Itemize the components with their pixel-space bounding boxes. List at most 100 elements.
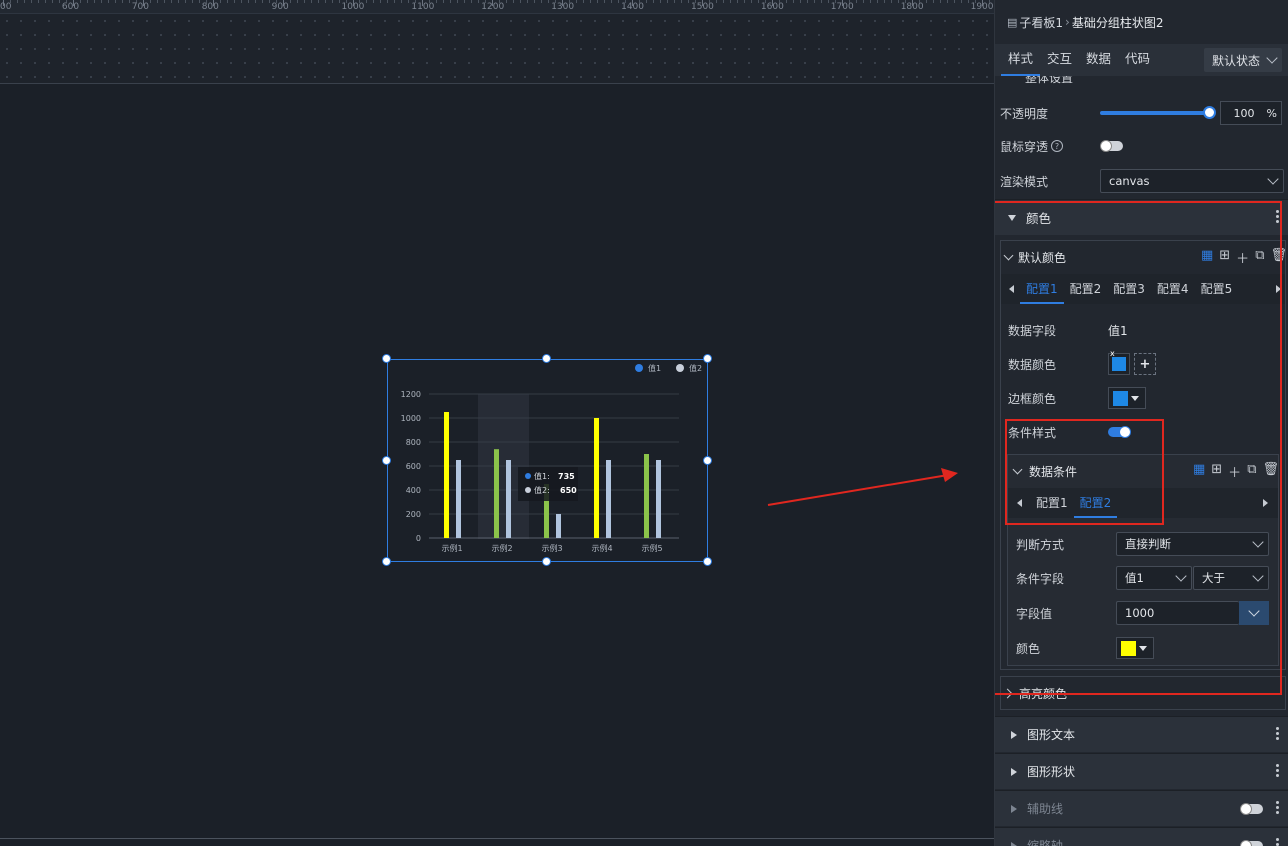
ruler-minor-tick [646, 0, 648, 3]
resize-handle-nw[interactable] [382, 354, 391, 363]
more-icon[interactable] [1276, 764, 1279, 779]
breadcrumb-parent[interactable]: 子看板1 [1019, 14, 1063, 31]
ruler-label: 700 [131, 2, 149, 12]
section-graphic-shape[interactable]: 图形形状 [995, 753, 1288, 789]
caret-right-icon [1011, 730, 1017, 739]
ruler-minor-tick [597, 0, 599, 3]
ruler-minor-tick [548, 0, 550, 3]
more-icon[interactable] [1276, 801, 1279, 816]
ruler-minor-tick [44, 0, 46, 3]
resize-handle-ne[interactable] [703, 354, 712, 363]
ruler-minor-tick [848, 0, 850, 3]
ruler-label: 1700 [830, 2, 854, 12]
ruler-minor-tick [359, 0, 361, 3]
section-thumbnail-axis[interactable]: 缩略轴 [995, 827, 1288, 846]
property-panel: ▤ 子看板1 › 基础分组柱状图2 样式 交互 数据 代码 默认状态 整体设置 … [994, 0, 1288, 846]
mouse-through-toggle[interactable] [1100, 140, 1124, 152]
ruler-minor-tick [918, 0, 920, 3]
ruler-minor-tick [736, 0, 738, 3]
toggle-knob [1240, 840, 1252, 846]
opacity-unit: % [1266, 106, 1277, 120]
tab-code[interactable]: 代码 [1118, 44, 1157, 76]
ruler-minor-tick [16, 0, 18, 3]
tab-data[interactable]: 数据 [1079, 44, 1118, 76]
opacity-slider-thumb[interactable] [1203, 106, 1216, 119]
ruler-minor-tick [674, 0, 676, 3]
ruler-minor-tick [611, 0, 613, 3]
resize-handle-e[interactable] [703, 456, 712, 465]
ruler-minor-tick [170, 0, 172, 3]
ruler-minor-tick [583, 0, 585, 3]
ruler-minor-tick [939, 0, 941, 3]
resize-handle-s[interactable] [542, 557, 551, 566]
render-mode-row: 渲染模式 canvas [995, 168, 1288, 194]
ruler-minor-tick [401, 0, 403, 3]
help-icon[interactable]: ? [1051, 140, 1064, 152]
resize-handle-sw[interactable] [382, 557, 391, 566]
ruler-minor-tick [541, 0, 543, 3]
ruler-minor-tick [338, 0, 340, 3]
more-icon[interactable] [1276, 727, 1279, 742]
ruler-minor-tick [932, 0, 934, 3]
toggle-knob [1240, 803, 1252, 815]
ruler-minor-tick [58, 0, 60, 3]
ruler-minor-tick [156, 0, 158, 3]
tab-style[interactable]: 样式 [1001, 44, 1041, 76]
ruler-minor-tick [855, 0, 857, 3]
ruler-minor-tick [757, 0, 759, 3]
ruler-minor-tick [925, 0, 927, 3]
ruler-minor-tick [478, 0, 480, 3]
ruler-minor-tick [149, 0, 151, 3]
ruler-minor-tick [953, 0, 955, 3]
ruler-minor-tick [967, 0, 969, 3]
board-icon: ▤ [1007, 15, 1018, 29]
tab-interaction[interactable]: 交互 [1040, 44, 1079, 76]
ruler-minor-tick [464, 0, 466, 3]
canvas-area[interactable]: 00 600 700 800 900 1000 1100 1200 1300 1400 1500 16… [0, 0, 994, 846]
resize-handle-se[interactable] [703, 557, 712, 566]
thumbnail-axis-toggle[interactable] [1240, 840, 1263, 846]
ruler-minor-tick [191, 0, 193, 3]
ruler-minor-tick [778, 0, 780, 3]
section-guide-line[interactable]: 辅助线 [995, 790, 1288, 826]
ruler-minor-tick [177, 0, 179, 3]
ruler-minor-tick [743, 0, 745, 3]
ruler-label: 00 [0, 2, 12, 12]
ruler-minor-tick [254, 0, 256, 3]
annotation-box-condition [1005, 419, 1164, 525]
render-mode-value: canvas [1109, 174, 1150, 188]
ruler-minor-tick [30, 0, 32, 3]
chart-selection-frame[interactable] [387, 359, 708, 562]
ruler-minor-tick [443, 0, 445, 3]
section-graphic-shape-title: 图形形状 [1027, 765, 1076, 779]
ruler-minor-tick [324, 0, 326, 3]
ruler-minor-tick [806, 0, 808, 3]
chevron-down-icon [1267, 173, 1279, 185]
opacity-input[interactable]: 100 % [1220, 101, 1282, 125]
resize-handle-w[interactable] [382, 456, 391, 465]
more-icon[interactable] [1276, 838, 1279, 846]
ruler-minor-tick [785, 0, 787, 3]
ruler-minor-tick [792, 0, 794, 3]
guide-line-toggle[interactable] [1240, 803, 1263, 815]
render-mode-select[interactable]: canvas [1100, 169, 1284, 193]
ruler-minor-tick [639, 0, 641, 3]
ruler-label: 900 [271, 2, 289, 12]
ruler-minor-tick [261, 0, 263, 3]
breadcrumb: ▤ 子看板1 › 基础分组柱状图2 [995, 0, 1288, 44]
ruler-label: 1100 [411, 2, 435, 12]
partial-section-header: 整体设置 [995, 76, 1288, 86]
resize-handle-n[interactable] [542, 354, 551, 363]
ruler-label: 1300 [551, 2, 575, 12]
ruler-label: 1000 [341, 2, 365, 12]
ruler-minor-tick [946, 0, 948, 3]
state-select-value: 默认状态 [1212, 53, 1261, 68]
ruler-minor-tick [471, 0, 473, 3]
ruler-minor-tick [303, 0, 305, 3]
opacity-slider[interactable] [1100, 106, 1216, 119]
state-select[interactable]: 默认状态 [1204, 48, 1282, 72]
ruler-minor-tick [890, 0, 892, 3]
ruler-minor-tick [37, 0, 39, 3]
ruler-minor-tick [240, 0, 242, 3]
section-graphic-text[interactable]: 图形文本 [995, 716, 1288, 752]
